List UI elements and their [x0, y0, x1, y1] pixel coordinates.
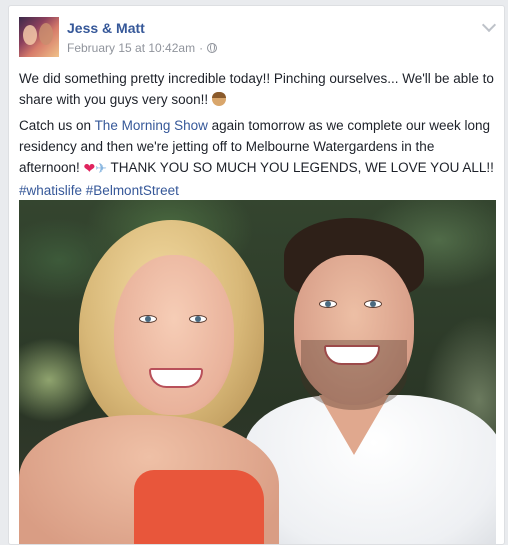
heart-emoji-icon: ❤ [83, 161, 96, 177]
post-timestamp[interactable]: February 15 at 10:42am [67, 41, 195, 55]
woman-top [134, 470, 264, 544]
paragraph-1-text: We did something pretty incredible today… [19, 71, 494, 107]
face-emoji-icon [211, 92, 226, 106]
airplane-emoji-icon: ✈ [95, 161, 108, 177]
man-right-eye [364, 300, 382, 308]
chevron-down-icon[interactable] [481, 17, 497, 33]
post-meta: February 15 at 10:42am · [67, 41, 218, 55]
man-smile [324, 345, 380, 365]
man-left-eye [319, 300, 337, 308]
meta-separator: · [199, 41, 204, 55]
paragraph-2-intro: Catch us on [19, 118, 95, 133]
post-paragraph-1: We did something pretty incredible today… [19, 68, 495, 110]
paragraph-2-caps: THANK YOU SO MUCH YOU LEGENDS, WE LOVE Y… [107, 160, 494, 175]
globe-icon[interactable] [207, 43, 218, 53]
hashtag-whatislife[interactable]: #whatislife [19, 183, 82, 198]
post-card: Jess & Matt February 15 at 10:42am · We … [8, 5, 505, 545]
woman-left-eye [139, 315, 157, 323]
post-photo[interactable] [19, 200, 496, 544]
morning-show-link[interactable]: The Morning Show [95, 118, 208, 133]
post-paragraph-2: Catch us on The Morning Show again tomor… [19, 115, 495, 201]
woman-right-eye [189, 315, 207, 323]
woman-face [114, 255, 234, 415]
page-name-link[interactable]: Jess & Matt [67, 20, 145, 36]
woman-smile [149, 368, 203, 388]
hashtag-belmontstreet[interactable]: #BelmontStreet [86, 183, 179, 198]
page-avatar[interactable] [19, 17, 59, 57]
